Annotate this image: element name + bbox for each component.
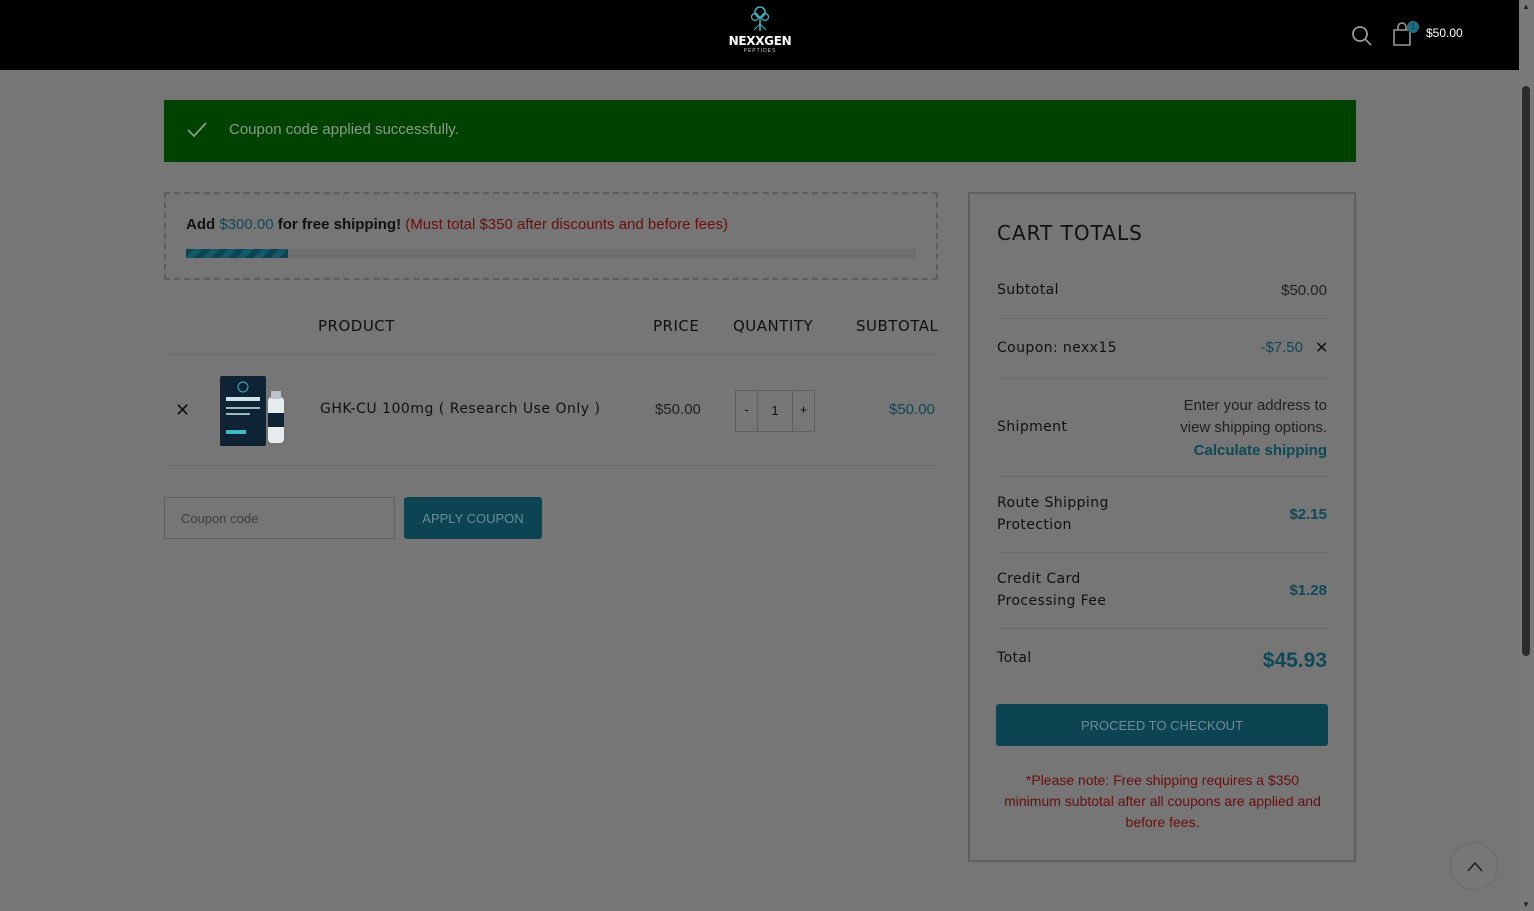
totals-divider bbox=[997, 476, 1328, 477]
col-header-price: PRICE bbox=[653, 317, 700, 335]
notice-message: Coupon code applied successfully. bbox=[229, 121, 459, 138]
table-row-divider bbox=[164, 465, 938, 466]
scroll-down-arrow-icon[interactable]: ▼ bbox=[1522, 900, 1530, 909]
scroll-up-arrow-icon[interactable]: ▲ bbox=[1522, 2, 1530, 11]
col-header-subtotal: SUBTOTAL bbox=[856, 317, 939, 335]
col-header-product: PRODUCT bbox=[318, 317, 395, 335]
totals-divider bbox=[997, 552, 1328, 553]
shipment-label: Shipment bbox=[997, 419, 1068, 435]
quantity-input[interactable]: 1 bbox=[758, 391, 792, 431]
table-header-divider bbox=[164, 354, 938, 355]
remove-coupon-close-icon[interactable]: ✕ bbox=[1315, 338, 1328, 358]
cart-totals-title: CART TOTALS bbox=[997, 221, 1143, 245]
calculate-shipping-link[interactable]: Calculate shipping bbox=[1194, 440, 1327, 462]
route-protection-label-line1: Route Shipping bbox=[997, 495, 1109, 511]
free-shipping-warning: (Must total $350 after discounts and bef… bbox=[405, 216, 728, 233]
free-shipping-prefix: Add bbox=[186, 216, 216, 233]
header-cart-total[interactable]: $50.00 bbox=[1426, 26, 1463, 40]
logo-tagline: PEPTIDES bbox=[743, 48, 777, 54]
totals-divider bbox=[997, 628, 1328, 629]
route-protection-label-line2: Protection bbox=[997, 517, 1072, 533]
cc-fee-label-line1: Credit Card bbox=[997, 571, 1081, 587]
page-scrollbar[interactable]: ▲ ▼ bbox=[1519, 0, 1534, 911]
col-header-quantity: QUANTITY bbox=[733, 317, 814, 335]
progress-fill bbox=[186, 249, 289, 258]
free-shipping-progress-bar bbox=[186, 249, 916, 258]
product-price: $50.00 bbox=[655, 401, 701, 418]
subtotal-label: Subtotal bbox=[997, 282, 1059, 298]
free-shipping-box bbox=[164, 192, 938, 280]
product-subtotal: $50.00 bbox=[889, 401, 935, 418]
coupon-discount-value: -$7.50 bbox=[1260, 339, 1303, 356]
quantity-increase-button[interactable]: + bbox=[792, 391, 814, 431]
free-shipping-note: *Please note: Free shipping requires a $… bbox=[1004, 772, 1321, 830]
scroll-to-top-button[interactable] bbox=[1450, 842, 1498, 890]
site-logo[interactable]: NEXXGEN PEPTIDES bbox=[725, 6, 795, 58]
scrollbar-thumb[interactable] bbox=[1522, 86, 1530, 656]
subtotal-value: $50.00 bbox=[1281, 282, 1327, 299]
shipment-message-line1: Enter your address to bbox=[1183, 397, 1327, 414]
product-thumbnail[interactable] bbox=[218, 375, 288, 447]
chevron-up-icon bbox=[1467, 861, 1483, 872]
proceed-to-checkout-button[interactable]: PROCEED TO CHECKOUT bbox=[996, 704, 1328, 746]
search-icon[interactable] bbox=[1350, 24, 1374, 48]
quantity-stepper: - 1 + bbox=[735, 390, 815, 432]
free-shipping-message: Add $300.00 for free shipping! (Must tot… bbox=[186, 216, 728, 233]
logo-tree-icon bbox=[750, 6, 770, 31]
cc-fee-label-line2: Processing Fee bbox=[997, 593, 1107, 609]
free-shipping-suffix: for free shipping! bbox=[277, 216, 402, 233]
cc-fee-value: $1.28 bbox=[1289, 582, 1327, 599]
total-label: Total bbox=[997, 650, 1032, 666]
cart-count-badge: 1 bbox=[1407, 21, 1419, 33]
totals-divider bbox=[997, 378, 1328, 379]
totals-divider bbox=[997, 318, 1328, 319]
logo-wordmark: NEXXGEN bbox=[728, 34, 792, 48]
coupon-code-input[interactable] bbox=[164, 497, 395, 539]
check-icon bbox=[187, 122, 207, 138]
shipment-message-line2: view shipping options. bbox=[1180, 419, 1327, 436]
apply-coupon-button[interactable]: APPLY COUPON bbox=[404, 497, 542, 539]
product-name-link[interactable]: GHK-CU 100mg ( Research Use Only ) bbox=[320, 401, 600, 417]
route-protection-value: $2.15 bbox=[1289, 506, 1327, 523]
free-shipping-amount: $300.00 bbox=[219, 216, 274, 233]
site-header: NEXXGEN PEPTIDES 1 $50.00 bbox=[0, 0, 1519, 70]
total-value: $45.93 bbox=[1262, 649, 1327, 672]
coupon-label: Coupon: nexx15 bbox=[997, 340, 1117, 356]
remove-item-close-icon[interactable]: ✕ bbox=[175, 400, 190, 421]
quantity-decrease-button[interactable]: - bbox=[736, 391, 758, 431]
